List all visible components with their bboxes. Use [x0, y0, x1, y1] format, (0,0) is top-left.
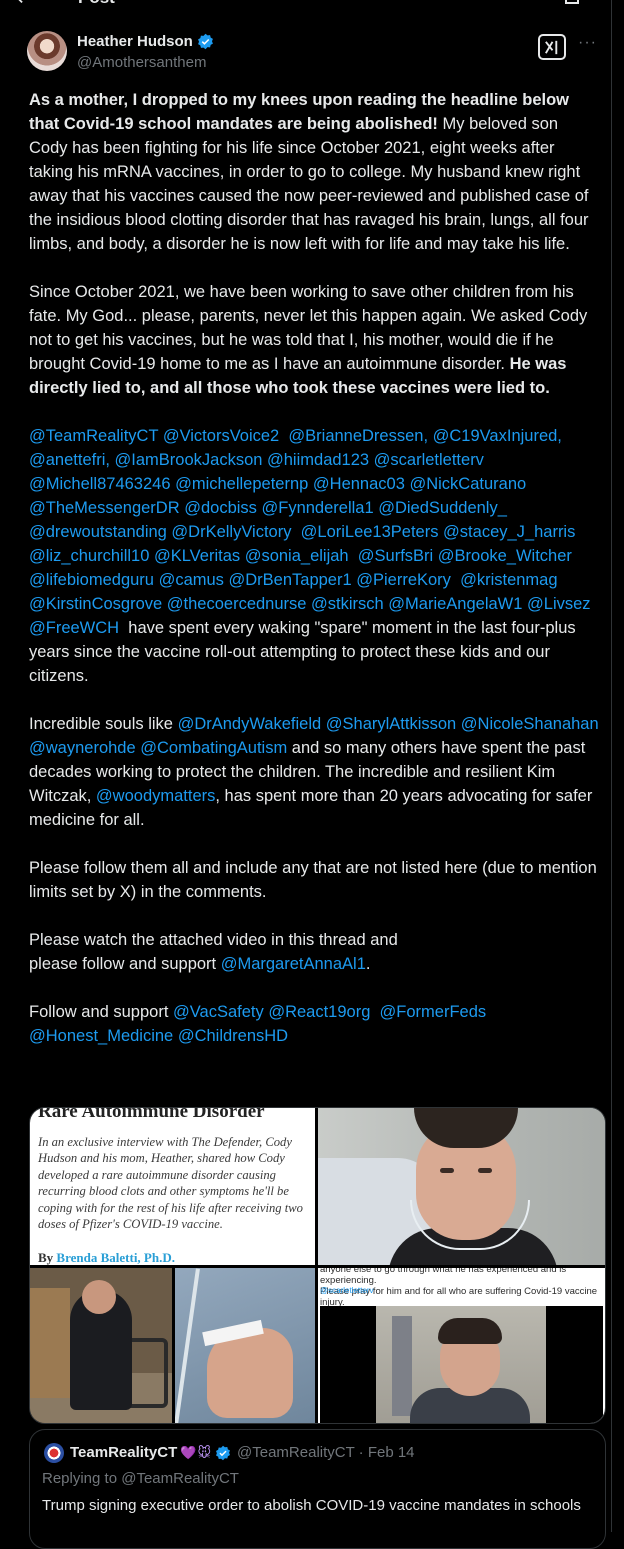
more-options-icon[interactable]: ··· [578, 34, 597, 52]
quoted-avatar [44, 1443, 64, 1463]
post-detail: Post Heather Hudson @Amothersanthem ··· … [0, 0, 612, 1549]
verified-badge-icon [197, 33, 213, 50]
quoted-author-name: TeamRealityCT [70, 1444, 178, 1461]
mention-margaretannaal1[interactable]: @MargaretAnnaAl1 [221, 955, 366, 973]
grok-icon [545, 40, 558, 55]
video-player[interactable] [320, 1306, 603, 1423]
media-photo-wheelchair[interactable] [30, 1268, 172, 1423]
mention-woodymatters[interactable]: @woodymatters [96, 787, 215, 805]
top-bar: Post [0, 0, 612, 8]
quoted-author-emoji: 💜🐭 [180, 1444, 213, 1460]
byline-prefix: By [38, 1250, 57, 1265]
media-article-screenshot[interactable]: Rare Autoimmune Disorder In an exclusive… [30, 1108, 315, 1265]
author-name-row: Heather Hudson [77, 33, 214, 50]
verified-badge-icon [216, 1445, 230, 1460]
author-handle[interactable]: @Amothersanthem [77, 54, 206, 71]
post-body: As a mother, I dropped to my knees upon … [29, 88, 599, 1048]
paragraph-6b: . [365, 955, 371, 973]
byline-author: Brenda Baletti, Ph.D. [56, 1250, 175, 1265]
quoted-text: Trump signing executive order to abolish… [42, 1497, 581, 1514]
mention-list-1[interactable]: @TeamRealityCT @VictorsVoice2 @BrianneDr… [29, 427, 595, 637]
reply-icon[interactable] [565, 0, 579, 4]
page-title: Post [78, 0, 115, 8]
replying-handle[interactable]: @TeamRealityCT [121, 1470, 239, 1487]
paragraph-4a: Incredible souls like [29, 715, 178, 733]
back-arrow-icon[interactable] [14, 0, 32, 6]
author-name[interactable]: Heather Hudson [77, 33, 193, 50]
article-byline: By Brenda Baletti, Ph.D. [38, 1250, 175, 1265]
video-caption-tag: @scarletletterv [320, 1286, 374, 1295]
paragraph-5: Please follow them all and include any t… [29, 859, 602, 901]
avatar[interactable] [27, 31, 67, 71]
quoted-replying-to: Replying to @TeamRealityCT [42, 1470, 239, 1487]
media-grid[interactable]: Rare Autoimmune Disorder In an exclusive… [29, 1107, 606, 1424]
media-photo-hand-iv[interactable] [175, 1268, 315, 1423]
quoted-handle-date: @TeamRealityCT · Feb 14 [237, 1444, 415, 1461]
media-photo-hospital-selfie[interactable] [318, 1108, 605, 1265]
paragraph-2: Since October 2021, we have been working… [29, 283, 592, 373]
grok-button[interactable] [538, 34, 566, 60]
paragraph-7: Follow and support [29, 1003, 173, 1021]
article-title: Rare Autoimmune Disorder [38, 1108, 265, 1122]
paragraph-1: My beloved son Cody has been fighting fo… [29, 115, 594, 253]
quoted-post[interactable]: TeamRealityCT 💜🐭 @TeamRealityCT · Feb 14… [29, 1429, 606, 1549]
article-body: In an exclusive interview with The Defen… [38, 1135, 307, 1232]
quoted-author-row: TeamRealityCT 💜🐭 @TeamRealityCT · Feb 14 [70, 1444, 415, 1461]
replying-prefix: Replying to [42, 1470, 122, 1487]
media-video-tile[interactable]: anyone else to go through what he has ex… [318, 1268, 605, 1423]
